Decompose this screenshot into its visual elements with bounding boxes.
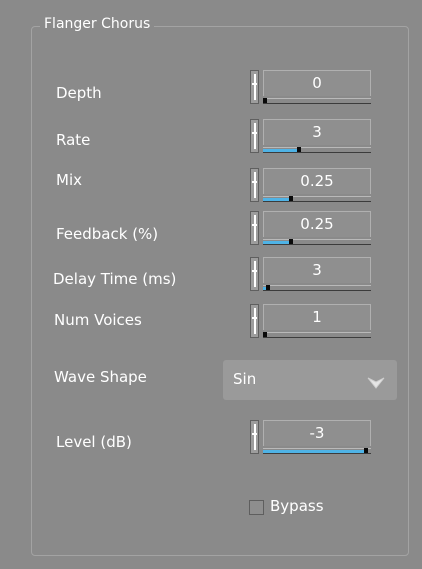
depth-value-field[interactable]: 0	[263, 70, 371, 96]
slider-handle-icon[interactable]	[250, 119, 259, 153]
level-knob[interactable]	[364, 448, 368, 453]
mix-value-field[interactable]: 0.25	[263, 168, 371, 194]
level-fill	[263, 450, 364, 453]
level-slider[interactable]: -3	[250, 420, 371, 456]
slider-handle-icon[interactable]	[250, 211, 259, 245]
chevron-down-icon[interactable]	[367, 374, 385, 393]
rate-track[interactable]	[263, 147, 371, 153]
delay-time-slider[interactable]: 3	[250, 257, 371, 293]
slider-handle-icon[interactable]	[250, 257, 259, 291]
depth-knob[interactable]	[263, 98, 267, 103]
level-track[interactable]	[263, 448, 371, 454]
mix-track[interactable]	[263, 196, 371, 202]
mix-slider[interactable]: 0.25	[250, 168, 371, 204]
level-label: Level (dB)	[56, 433, 132, 451]
rate-knob[interactable]	[297, 147, 301, 152]
feedback-label: Feedback (%)	[56, 225, 159, 243]
num-voices-value-field[interactable]: 1	[263, 304, 371, 330]
feedback-track[interactable]	[263, 239, 371, 245]
delay-time-knob[interactable]	[266, 285, 270, 290]
slider-handle-icon[interactable]	[250, 304, 259, 338]
bypass-label[interactable]: Bypass	[270, 497, 324, 515]
mix-label: Mix	[56, 171, 82, 189]
wave-shape-label: Wave Shape	[54, 368, 147, 386]
bypass-checkbox[interactable]	[249, 500, 264, 515]
num-voices-track[interactable]	[263, 332, 371, 338]
num-voices-slider[interactable]: 1	[250, 304, 371, 340]
wave-shape-select[interactable]: Sin	[223, 360, 397, 400]
wave-shape-value: Sin	[233, 370, 257, 388]
num-voices-knob[interactable]	[263, 332, 267, 337]
rate-fill	[263, 149, 297, 152]
depth-label: Depth	[56, 84, 102, 102]
mix-knob[interactable]	[289, 196, 293, 201]
depth-track[interactable]	[263, 98, 371, 104]
feedback-knob[interactable]	[289, 239, 293, 244]
delay-time-value-field[interactable]: 3	[263, 257, 371, 283]
slider-handle-icon[interactable]	[250, 420, 259, 454]
slider-handle-icon[interactable]	[250, 168, 259, 202]
slider-handle-icon[interactable]	[250, 70, 259, 104]
num-voices-label: Num Voices	[54, 311, 142, 329]
rate-label: Rate	[56, 131, 91, 149]
feedback-value-field[interactable]: 0.25	[263, 211, 371, 237]
rate-slider[interactable]: 3	[250, 119, 371, 155]
depth-slider[interactable]: 0	[250, 70, 371, 106]
feedback-slider[interactable]: 0.25	[250, 211, 371, 247]
delay-time-track[interactable]	[263, 285, 371, 291]
feedback-fill	[263, 241, 289, 244]
group-title: Flanger Chorus	[40, 16, 155, 32]
level-value-field[interactable]: -3	[263, 420, 371, 446]
delay-time-label: Delay Time (ms)	[53, 270, 177, 288]
rate-value-field[interactable]: 3	[263, 119, 371, 145]
mix-fill	[263, 198, 289, 201]
